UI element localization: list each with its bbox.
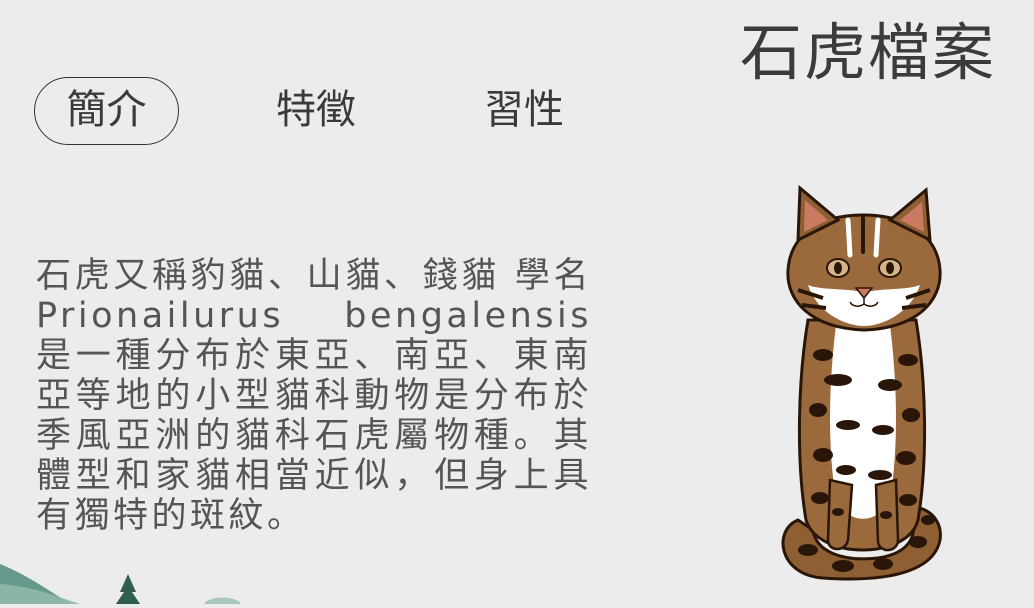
page-title: 石虎檔案 (739, 16, 996, 89)
tab-habits[interactable]: 習性 (474, 77, 574, 143)
tab-intro[interactable]: 簡介 (34, 77, 179, 145)
tab-features[interactable]: 特徵 (266, 77, 366, 143)
ink-landscape-decoration (0, 544, 260, 604)
leopard-cat-illustration (768, 180, 958, 590)
intro-description: 石虎又稱豹貓、山貓、錢貓 學名 Prionailurus bengalensis… (36, 256, 592, 536)
